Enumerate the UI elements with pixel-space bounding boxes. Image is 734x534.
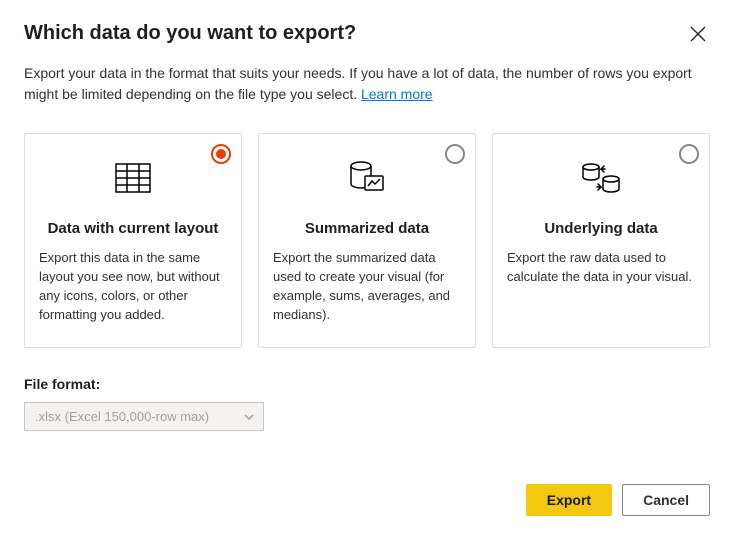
close-button[interactable]: [686, 22, 710, 49]
option-summarized-data[interactable]: Summarized data Export the summarized da…: [258, 133, 476, 348]
export-button[interactable]: Export: [526, 484, 612, 516]
chevron-down-icon: [243, 411, 255, 423]
export-options: Data with current layout Export this dat…: [24, 133, 710, 348]
file-format-select[interactable]: .xlsx (Excel 150,000-row max): [24, 402, 264, 431]
learn-more-link[interactable]: Learn more: [361, 86, 433, 102]
option-underlying-data[interactable]: Underlying data Export the raw data used…: [492, 133, 710, 348]
option-desc: Export the raw data used to calculate th…: [507, 249, 695, 287]
file-format-label: File format:: [24, 376, 710, 392]
option-data-current-layout[interactable]: Data with current layout Export this dat…: [24, 133, 242, 348]
option-title: Data with current layout: [39, 220, 227, 237]
radio-selected[interactable]: [211, 144, 231, 164]
radio-unselected[interactable]: [679, 144, 699, 164]
dialog-footer: Export Cancel: [526, 484, 710, 516]
dialog-subtitle: Export your data in the format that suit…: [24, 63, 704, 105]
file-format-value: .xlsx (Excel 150,000-row max): [35, 409, 209, 424]
underlying-icon: [507, 150, 695, 206]
table-icon: [39, 150, 227, 206]
close-icon: [690, 26, 706, 42]
subtitle-text: Export your data in the format that suit…: [24, 65, 692, 102]
option-title: Summarized data: [273, 220, 461, 237]
option-desc: Export this data in the same layout you …: [39, 249, 227, 324]
option-desc: Export the summarized data used to creat…: [273, 249, 461, 324]
summarized-icon: [273, 150, 461, 206]
cancel-button[interactable]: Cancel: [622, 484, 710, 516]
option-title: Underlying data: [507, 220, 695, 237]
radio-unselected[interactable]: [445, 144, 465, 164]
dialog-title: Which data do you want to export?: [24, 22, 356, 45]
